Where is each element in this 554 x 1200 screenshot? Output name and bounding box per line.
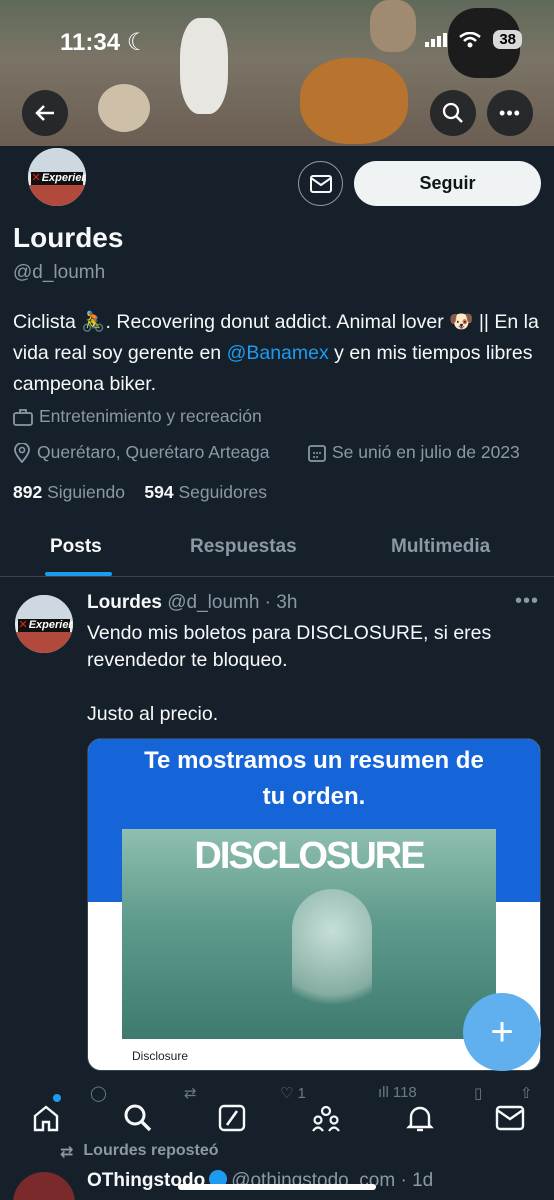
nav-home[interactable] (26, 1098, 66, 1138)
nav-grok[interactable] (212, 1098, 252, 1138)
back-button[interactable] (22, 90, 68, 136)
briefcase-icon (13, 408, 33, 426)
dog-image (98, 84, 150, 132)
arrow-left-icon (35, 105, 54, 121)
dog-image (300, 58, 408, 144)
profile-tabs: Posts Respuestas Multimedia (0, 524, 554, 577)
profile-category: Entretenimiento y recreación (13, 406, 262, 427)
angel-figure (292, 889, 372, 1029)
profile-bio: Ciclista 🚴. Recovering donut addict. Ani… (13, 311, 539, 395)
follow-button[interactable]: Seguir (354, 161, 541, 206)
home-notification-dot (53, 1094, 61, 1102)
bottom-navigation (0, 1090, 554, 1146)
media-poster: DISCLOSURE (122, 829, 496, 1039)
home-indicator (178, 1184, 376, 1190)
profile-counts: 892 Siguiendo 594 Seguidores (13, 482, 267, 503)
calendar-icon (308, 444, 326, 462)
mention-link[interactable]: @Banamex (227, 342, 329, 364)
bell-icon (406, 1106, 434, 1132)
profile-name: Lourdes (13, 222, 124, 253)
wifi-icon (459, 31, 482, 47)
more-button[interactable]: ••• (487, 90, 533, 136)
next-post-avatar[interactable] (13, 1172, 75, 1200)
nav-search[interactable] (118, 1098, 158, 1138)
search-icon (124, 1104, 152, 1132)
profile-joined-date: Se unió en julio de 2023 (308, 442, 520, 463)
post-header: Lourdes @d_loumh · 3h (87, 592, 297, 614)
tab-media[interactable]: Multimedia (391, 536, 490, 558)
plus-icon: + (490, 1009, 514, 1054)
active-tab-indicator (45, 572, 112, 576)
followers-link[interactable]: 594 Seguidores (144, 482, 267, 502)
nav-messages[interactable] (490, 1098, 530, 1138)
search-button[interactable] (430, 90, 476, 136)
media-headline: Te mostramos un resumen de tu orden. (144, 747, 484, 810)
following-link[interactable]: 892 Siguiendo (13, 482, 125, 502)
status-bar: 11:34 ☾ 38 (0, 22, 554, 62)
media-caption: Disclosure (132, 1049, 189, 1063)
post-text: Vendo mis boletos para DISCLOSURE, si er… (87, 622, 492, 725)
profile-handle: @d_loumh (13, 262, 106, 283)
post-handle-time: @d_loumh · 3h (167, 592, 298, 613)
more-icon: ••• (499, 102, 521, 123)
repost-indicator: ⇄ Lourdes reposteó (60, 1142, 219, 1161)
tab-posts[interactable]: Posts (50, 536, 102, 558)
tab-replies[interactable]: Respuestas (190, 536, 297, 558)
envelope-icon (309, 174, 332, 193)
profile-avatar[interactable]: ✕ Experien (26, 146, 88, 208)
message-button[interactable] (298, 161, 343, 206)
status-time: 11:34 ☾ (60, 29, 149, 56)
nav-communities[interactable] (306, 1098, 346, 1138)
communities-icon (312, 1105, 340, 1132)
location-pin-icon (14, 442, 30, 463)
post-author-name[interactable]: Lourdes (87, 592, 162, 613)
nav-notifications[interactable] (400, 1098, 440, 1138)
battery-indicator: 38 (493, 30, 522, 49)
profile-location: Querétaro, Querétaro Arteaga (13, 442, 270, 463)
post-author-avatar[interactable]: ✕ Experien (13, 593, 75, 655)
home-icon (33, 1105, 59, 1132)
compose-button[interactable]: + (463, 993, 541, 1071)
signal-icon (425, 32, 448, 47)
envelope-icon (495, 1105, 525, 1131)
post-more-button[interactable]: ••• (515, 590, 539, 613)
repost-icon: ⇄ (60, 1144, 74, 1161)
search-icon (442, 102, 463, 123)
poster-title: DISCLOSURE (194, 835, 425, 877)
grok-icon (218, 1104, 246, 1132)
